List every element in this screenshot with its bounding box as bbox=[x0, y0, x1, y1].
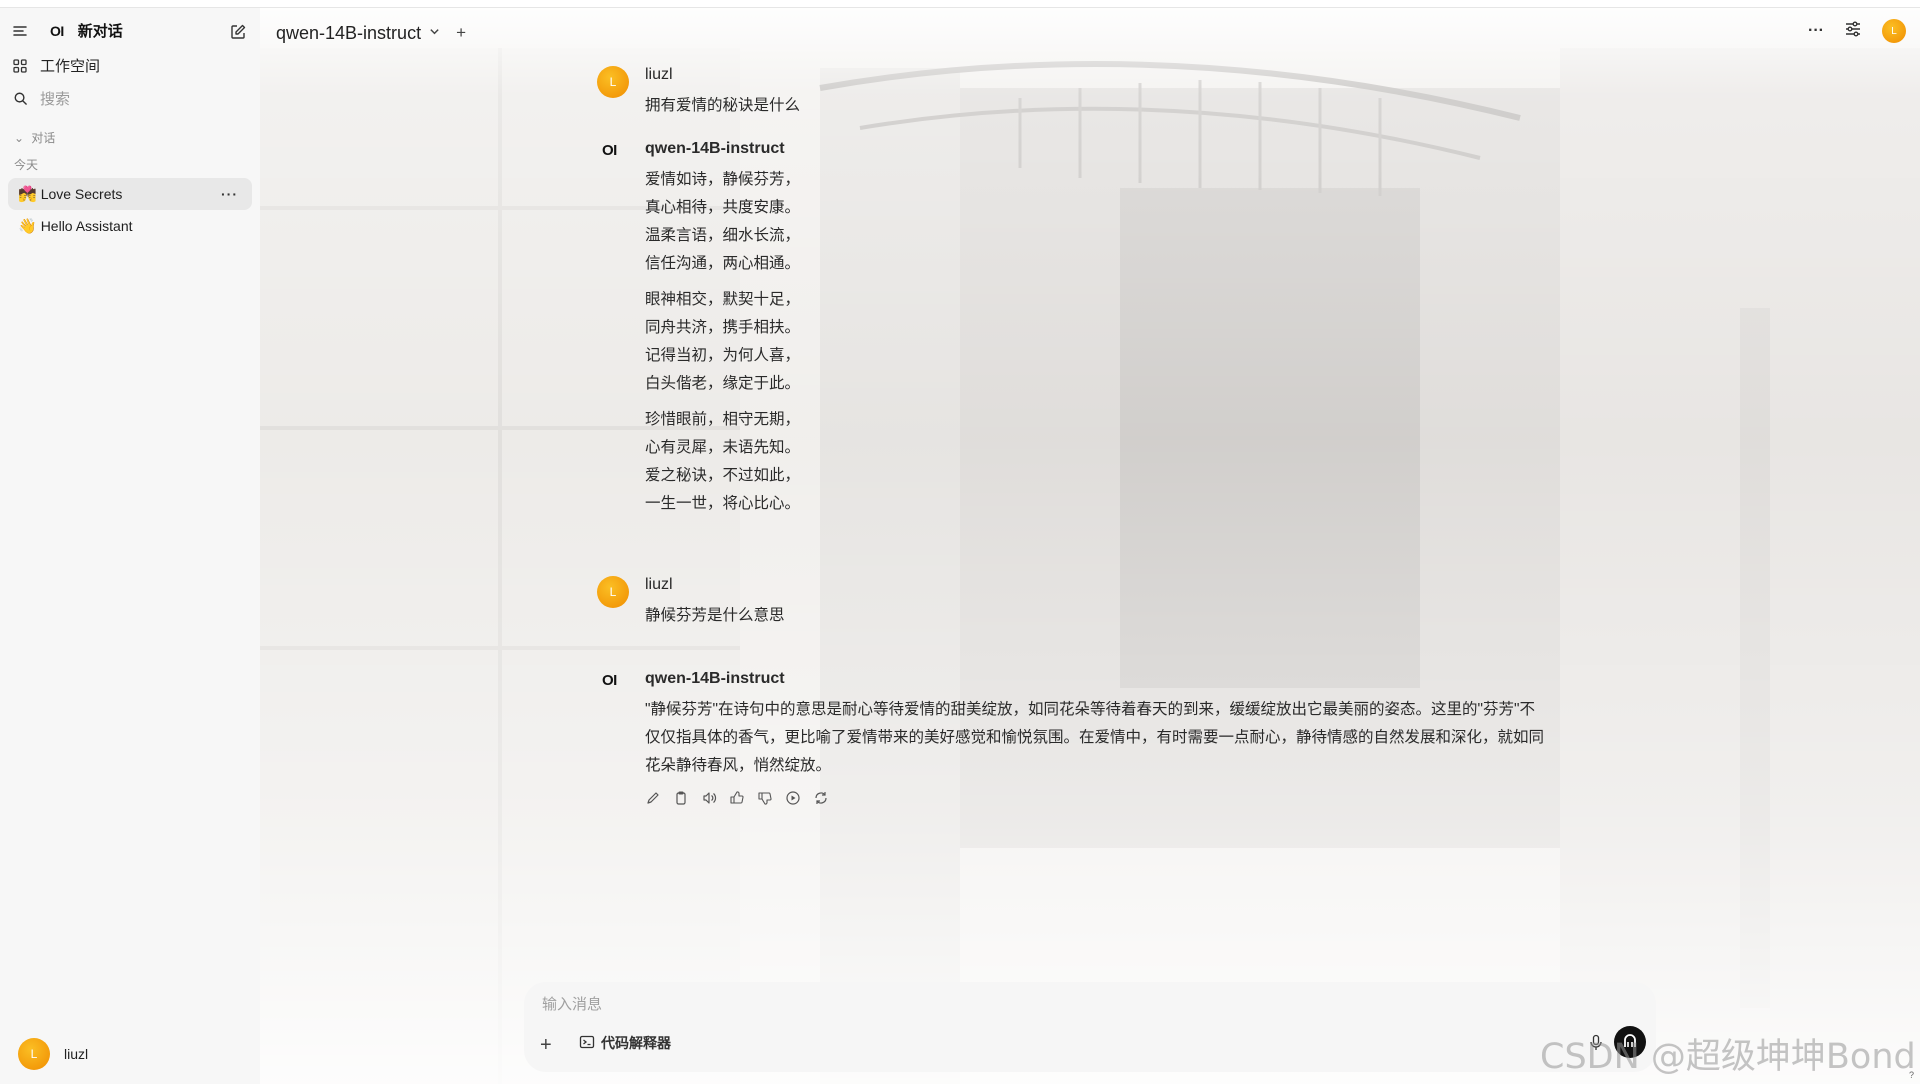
message-text: "静候芬芳"在诗句中的意思是耐心等待爱情的甜美绽放，如同花朵等待着春天的到来，缓… bbox=[645, 701, 1545, 774]
poem-stanza: 爱情如诗，静候芬芳， 真心相待，共度安康。 温柔言语，细水长流， 信任沟通，两心… bbox=[645, 171, 801, 272]
group-today: 今天 bbox=[14, 158, 39, 172]
message-text: 爱情如诗，静候芬芳， 真心相待，共度安康。 温柔言语，细水长流， 信任沟通，两心… bbox=[645, 166, 800, 526]
new-chat-row[interactable]: OI 新对话 bbox=[10, 20, 250, 41]
message-input[interactable] bbox=[542, 992, 1542, 1016]
background-fade bbox=[260, 8, 1920, 1084]
poem-stanza: 眼神相交，默契十足， 同舟共济，携手相扶。 记得当初，为何人喜， 白头偕老，缘定… bbox=[645, 291, 801, 392]
model-selector[interactable]: qwen-14B-instruct bbox=[276, 23, 421, 44]
new-chat-label[interactable]: 新对话 bbox=[78, 20, 123, 41]
terminal-icon bbox=[579, 1034, 595, 1053]
chat-main: qwen-14B-instruct + ··· L L liuzl 拥有爱情的秘… bbox=[260, 8, 1920, 1084]
speaker-icon[interactable] bbox=[701, 790, 717, 806]
logo: OI bbox=[50, 22, 64, 39]
play-icon[interactable] bbox=[785, 790, 801, 806]
search-icon bbox=[10, 89, 30, 109]
workspace-item[interactable]: 工作空间 bbox=[10, 55, 250, 76]
copy-icon[interactable] bbox=[673, 790, 689, 806]
thumbs-down-icon[interactable] bbox=[757, 790, 773, 806]
message-text: 静候芬芳是什么意思 bbox=[645, 607, 785, 624]
message-composer: + 代码解释器 bbox=[524, 982, 1656, 1072]
kiss-emoji-icon: 💏 bbox=[18, 186, 37, 203]
avatar[interactable]: L bbox=[1882, 19, 1906, 43]
thumbs-up-icon[interactable] bbox=[729, 790, 745, 806]
chat-title: Hello Assistant bbox=[40, 218, 133, 234]
message-text: 拥有爱情的秘诀是什么 bbox=[645, 97, 801, 114]
add-model-button[interactable]: + bbox=[456, 23, 466, 43]
user-menu[interactable]: L liuzl bbox=[18, 1038, 88, 1070]
user-name: liuzl bbox=[64, 1046, 89, 1062]
regenerate-icon[interactable] bbox=[813, 790, 829, 806]
message-actions bbox=[645, 790, 829, 806]
avatar: L bbox=[597, 576, 629, 608]
compose-icon[interactable] bbox=[228, 22, 248, 42]
avatar: L bbox=[597, 66, 629, 98]
chevron-down-icon[interactable] bbox=[429, 26, 440, 40]
chevron-down-icon: ⌄ bbox=[14, 131, 25, 145]
sender-name: qwen-14B-instruct bbox=[645, 670, 785, 687]
edit-icon[interactable] bbox=[645, 790, 661, 806]
search-input[interactable]: 搜索 bbox=[40, 88, 70, 109]
sidebar: OI 新对话 工作空间 搜索 ⌄ 对话 今天 💏 Love Secrets ··… bbox=[0, 8, 260, 1084]
watermark: CSDN @超级坤坤Bond bbox=[1540, 1037, 1916, 1077]
model-logo: OI bbox=[602, 672, 617, 689]
more-icon[interactable]: ··· bbox=[1808, 22, 1824, 40]
avatar: L bbox=[18, 1038, 50, 1070]
settings-sliders-icon[interactable] bbox=[1844, 20, 1862, 43]
workspace-label: 工作空间 bbox=[40, 58, 101, 75]
help-button[interactable]: ? bbox=[1909, 1070, 1914, 1080]
code-interpreter-toggle[interactable]: 代码解释器 bbox=[579, 1033, 671, 1053]
code-interpreter-label: 代码解释器 bbox=[601, 1035, 671, 1051]
sender-name: liuzl bbox=[645, 66, 673, 83]
chat-item-love-secrets[interactable]: 💏 Love Secrets ··· bbox=[8, 178, 252, 210]
sender-name: liuzl bbox=[645, 576, 673, 593]
chat-header: qwen-14B-instruct + ··· L bbox=[260, 8, 1920, 58]
model-logo: OI bbox=[602, 142, 617, 159]
more-icon[interactable]: ··· bbox=[221, 186, 238, 202]
waving-hand-icon: 👋 bbox=[18, 218, 37, 235]
header-actions: ··· L bbox=[1808, 19, 1906, 43]
menu-icon[interactable] bbox=[10, 21, 30, 41]
grid-icon bbox=[10, 56, 30, 76]
chats-section-header[interactable]: ⌄ 对话 bbox=[14, 129, 55, 146]
chat-title: Love Secrets bbox=[40, 186, 123, 202]
search-row[interactable]: 搜索 bbox=[10, 88, 250, 109]
poem-stanza: 珍惜眼前，相守无期， 心有灵犀，未语先知。 爱之秘诀，不过如此， 一生一世，将心… bbox=[645, 411, 801, 512]
add-attachment-button[interactable]: + bbox=[540, 1034, 552, 1057]
chat-item-hello-assistant[interactable]: 👋 Hello Assistant bbox=[8, 210, 252, 242]
top-bar bbox=[0, 0, 1920, 8]
sender-name: qwen-14B-instruct bbox=[645, 140, 785, 157]
